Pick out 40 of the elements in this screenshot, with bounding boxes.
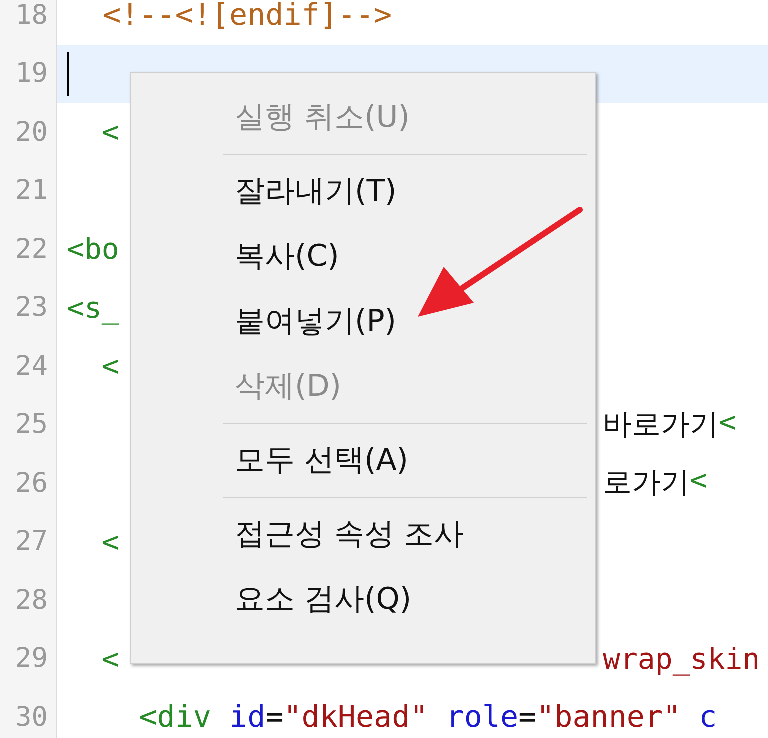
- line-number: 19: [0, 44, 57, 103]
- code-text: "banner": [536, 700, 682, 735]
- line-number: 27: [0, 512, 57, 571]
- code-text: <: [100, 349, 120, 384]
- menu-item[interactable]: 잘라내기(T): [131, 159, 595, 224]
- code-text: 바로가기: [603, 406, 719, 443]
- menu-item[interactable]: 붙여넣기(P): [131, 289, 595, 354]
- menu-item[interactable]: 접근성 속성 조사: [131, 502, 595, 567]
- line-number: 24: [0, 337, 57, 396]
- code-text: c: [698, 700, 718, 735]
- menu-item[interactable]: 복사(C): [131, 224, 595, 289]
- line-number: 23: [0, 278, 57, 337]
- code-text: "dkHead": [284, 700, 428, 735]
- code-text: <bo: [67, 232, 120, 266]
- line-number: 22: [0, 220, 57, 278]
- menu-item[interactable]: 요소 검사(Q): [131, 567, 595, 632]
- code-text: <: [100, 524, 120, 559]
- code-text: id: [228, 700, 266, 735]
- line-number: 20: [0, 103, 57, 162]
- code-text: 로가기: [603, 464, 690, 502]
- code-text: <!--<![endif]-->: [102, 0, 392, 33]
- line-number: 28: [0, 571, 57, 630]
- code-text: <: [100, 642, 120, 676]
- code-text: wrap_skin: [603, 642, 760, 676]
- code-text: <div: [138, 700, 212, 735]
- line-number: 25: [0, 396, 57, 454]
- code-text: <: [690, 463, 708, 500]
- line-number: 30: [0, 688, 57, 738]
- code-text: <: [100, 115, 120, 150]
- code-text: role: [445, 700, 519, 735]
- code-text: <s_: [67, 290, 120, 325]
- line-number: 18: [0, 0, 57, 44]
- code-text: =: [266, 700, 284, 735]
- code-text: =: [518, 700, 537, 735]
- text-cursor: [67, 52, 69, 96]
- line-number: 21: [0, 162, 57, 220]
- code-text: <: [719, 404, 736, 441]
- menu-item[interactable]: 모두 선택(A): [131, 428, 595, 493]
- line-number: 29: [0, 630, 57, 688]
- line-number: 26: [0, 454, 57, 512]
